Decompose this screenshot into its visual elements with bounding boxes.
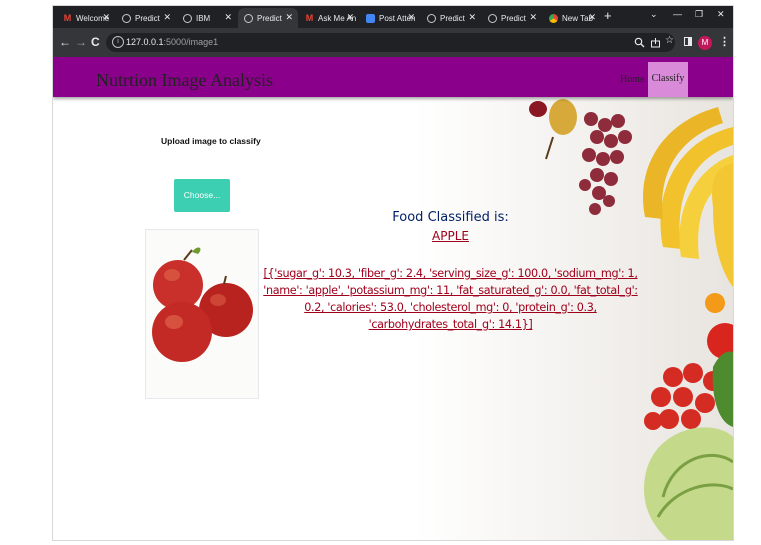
tab-label: IBM: [196, 13, 211, 23]
avatar[interactable]: M: [698, 36, 712, 50]
tab-new-tab[interactable]: New Tab ✕: [543, 8, 601, 28]
reload-icon[interactable]: C: [91, 35, 100, 49]
tab-strip: M Welcome ✕ Predict ✕ IBM ✕ Predict ✕ M …: [53, 6, 733, 28]
tab-label: Predict: [440, 13, 465, 23]
tab-welcome[interactable]: M Welcome ✕: [57, 8, 115, 28]
share-icon[interactable]: [650, 37, 661, 48]
tab-predict-2[interactable]: Predict ✕: [421, 8, 481, 28]
url-host: 127.0.0.1: [126, 37, 164, 47]
close-window-icon[interactable]: ✕: [717, 9, 725, 20]
site-navbar: Nutrtion Image Analysis Home Classify: [53, 57, 733, 97]
close-icon[interactable]: ✕: [468, 12, 476, 23]
new-tab-button[interactable]: +: [604, 8, 612, 23]
gmail-icon: M: [305, 13, 314, 23]
back-arrow-icon[interactable]: ←: [59, 35, 71, 49]
close-icon[interactable]: ✕: [529, 12, 537, 23]
browser-toolbar: ← → C i 127.0.0.1:5000/image1 ☆ M ⋮: [53, 28, 733, 57]
tab-predict-active[interactable]: Predict ✕: [238, 8, 298, 28]
globe-icon: [244, 13, 253, 23]
tab-label: Predict: [257, 13, 282, 23]
close-icon[interactable]: ✕: [163, 12, 171, 23]
url-path: :5000/image1: [163, 37, 219, 47]
close-icon[interactable]: ✕: [588, 12, 596, 23]
tab-label: Predict: [135, 13, 160, 23]
docs-icon: [366, 13, 375, 23]
nav-link-home[interactable]: Home: [620, 74, 644, 85]
address-bar[interactable]: i 127.0.0.1:5000/image1 ☆: [106, 33, 675, 52]
globe-icon: [183, 13, 192, 23]
close-icon[interactable]: ✕: [224, 12, 232, 23]
result-food-name: APPLE: [432, 229, 469, 243]
tab-label: Predict: [501, 13, 526, 23]
apples-image: [146, 230, 258, 398]
nav-link-classify[interactable]: Classify: [648, 62, 688, 97]
globe-icon: [427, 13, 436, 23]
info-icon[interactable]: i: [112, 36, 124, 48]
tab-predict-1[interactable]: Predict ✕: [116, 8, 176, 28]
minimize-icon[interactable]: —: [673, 9, 682, 19]
result-heading: Food Classified is:: [392, 210, 509, 225]
upload-title: Upload image to classify: [161, 136, 261, 146]
star-icon[interactable]: ☆: [665, 35, 674, 46]
close-icon[interactable]: ✕: [102, 12, 110, 23]
close-icon[interactable]: ✕: [407, 12, 415, 23]
gmail-icon: M: [63, 13, 72, 23]
site-brand[interactable]: Nutrtion Image Analysis: [96, 70, 273, 91]
url-text[interactable]: 127.0.0.1:5000/image1: [126, 37, 218, 47]
tab-ibm[interactable]: IBM ✕: [177, 8, 237, 28]
result-nutrition-data: [{'sugar_g': 10.3, 'fiber_g': 2.4, 'serv…: [263, 267, 638, 331]
close-icon[interactable]: ✕: [346, 12, 354, 23]
browser-window: M Welcome ✕ Predict ✕ IBM ✕ Predict ✕ M …: [53, 6, 733, 540]
chrome-icon: [549, 13, 558, 23]
side-panel-icon[interactable]: [684, 37, 692, 46]
web-page: Nutrtion Image Analysis Home Classify Up…: [53, 57, 733, 540]
classification-result: Food Classified is: APPLE [{'sugar_g': 1…: [258, 210, 643, 333]
search-icon[interactable]: [634, 37, 645, 48]
chevron-down-icon[interactable]: ⌄: [650, 9, 658, 20]
globe-icon: [122, 13, 131, 23]
restore-icon[interactable]: ❐: [695, 9, 703, 20]
tab-ask-me[interactable]: M Ask Me An ✕: [299, 8, 359, 28]
uploaded-image-preview: [145, 229, 259, 399]
kebab-menu-icon[interactable]: ⋮: [719, 35, 730, 48]
tab-predict-3[interactable]: Predict ✕: [482, 8, 542, 28]
globe-icon: [488, 13, 497, 23]
choose-file-button[interactable]: Choose...: [174, 179, 230, 212]
tab-post-atten[interactable]: Post Atten ✕: [360, 8, 420, 28]
close-icon[interactable]: ✕: [285, 12, 293, 23]
forward-arrow-icon[interactable]: →: [75, 35, 87, 49]
